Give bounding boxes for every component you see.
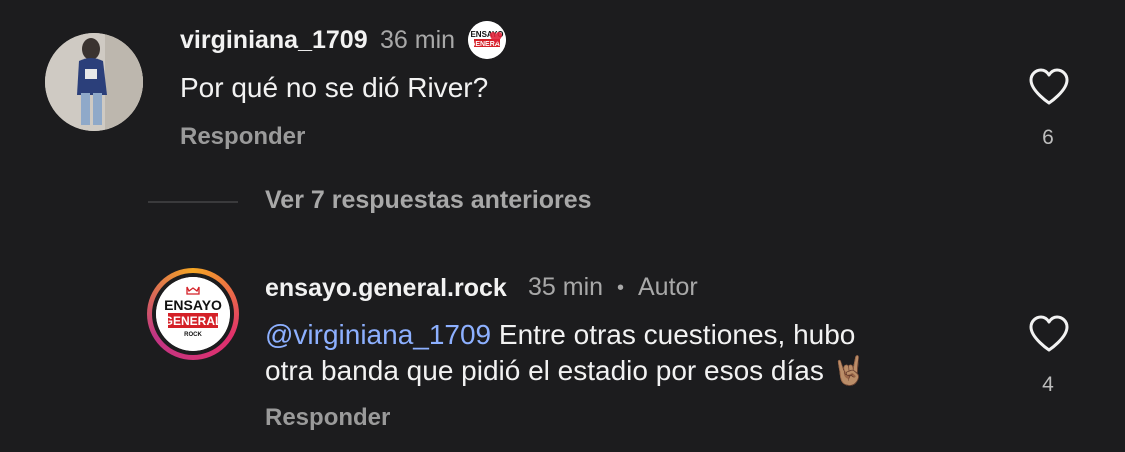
profile-photo: [45, 33, 143, 131]
avatar-story-ring[interactable]: ENSAYO GENERAL ROCK: [147, 268, 239, 360]
avatar-ring-gap: ENSAYO GENERAL ROCK: [152, 273, 234, 355]
reply-text: @virginiana_1709 Entre otras cuestiones,…: [265, 317, 985, 389]
rock-hand-emoji: 🤘🏽: [831, 355, 867, 386]
like-heart-icon[interactable]: [1028, 68, 1070, 111]
reply-button[interactable]: Responder: [180, 123, 305, 151]
logo-line1: ENSAYO: [164, 297, 222, 313]
author-badge-icon: ENSAYO GENERAL: [468, 21, 506, 59]
avatar[interactable]: [45, 33, 143, 131]
comment-time: 36 min: [380, 26, 456, 54]
view-previous-replies-button[interactable]: Ver 7 respuestas anteriores: [265, 186, 592, 215]
ensayo-general-logo: ENSAYO GENERAL ROCK: [156, 277, 230, 351]
logo-line2: GENERAL: [164, 314, 223, 328]
reply-text-line1: Entre otras cuestiones, hubo: [491, 319, 856, 350]
reply-text-line2: otra banda que pidió el estadio por esos…: [265, 355, 824, 386]
mention-link[interactable]: @virginiana_1709: [265, 319, 491, 350]
like-count: 6: [1042, 126, 1054, 149]
like-count: 4: [1042, 373, 1054, 396]
meta-separator: •: [617, 277, 625, 299]
comment-username[interactable]: virginiana_1709: [180, 26, 368, 55]
comment-text: Por qué no se dió River?: [180, 72, 489, 103]
author-tag: Autor: [638, 273, 698, 301]
logo-line3: ROCK: [184, 332, 202, 338]
svg-text:GENERAL: GENERAL: [470, 41, 505, 48]
like-heart-icon[interactable]: [1028, 315, 1070, 358]
reply-button[interactable]: Responder: [265, 404, 390, 432]
replies-divider: [148, 201, 238, 203]
reply-time: 35 min: [528, 273, 604, 301]
reply-username[interactable]: ensayo.general.rock: [265, 274, 507, 303]
